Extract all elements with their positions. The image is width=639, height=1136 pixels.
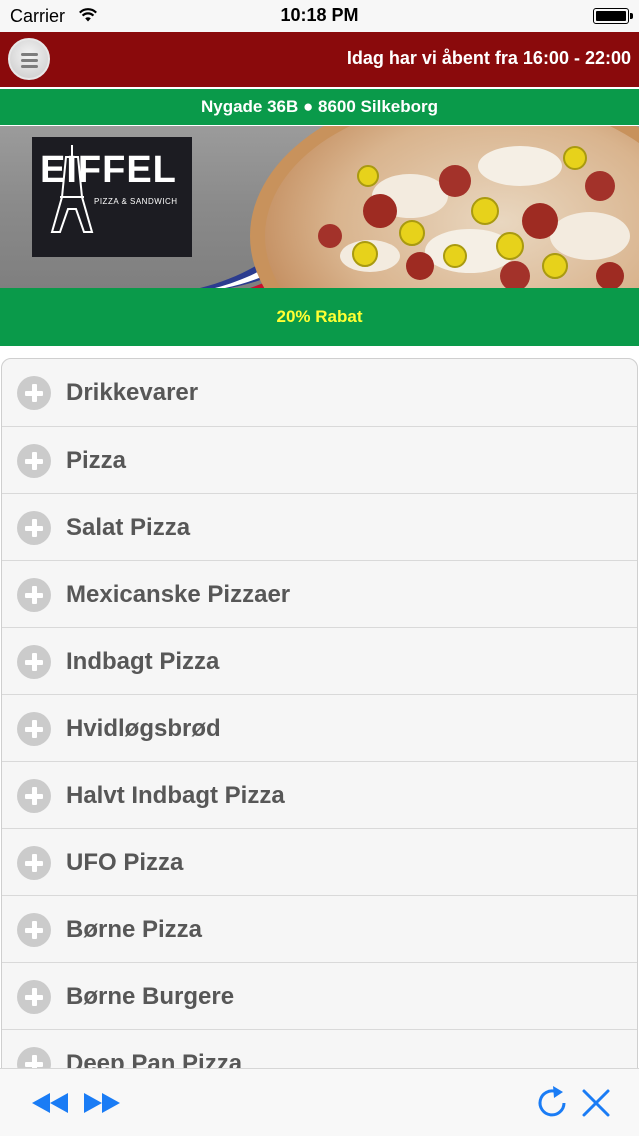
- category-item-salat-pizza[interactable]: Salat Pizza: [2, 493, 637, 560]
- opening-hours: Idag har vi åbent fra 16:00 - 22:00: [346, 48, 631, 68]
- category-item-pizza[interactable]: Pizza: [2, 426, 637, 493]
- category-item-deep-pan-pizza[interactable]: Deep Pan Pizza: [2, 1029, 637, 1068]
- category-label: Indbagt Pizza: [66, 648, 220, 675]
- category-item-ufo-pizza[interactable]: UFO Pizza: [2, 828, 637, 895]
- hero-banner: EIFFEL PIZZA & SANDWICH: [0, 126, 639, 288]
- category-list: Drikkevarer Pizza Salat Pizza Mexicanske…: [0, 358, 639, 1068]
- header-bar: Idag har vi åbent fra 16:00 - 22:00: [0, 32, 639, 87]
- status-bar: Carrier 10:18 PM: [0, 0, 639, 32]
- reload-icon[interactable]: [534, 1083, 572, 1128]
- close-icon[interactable]: [578, 1083, 614, 1128]
- hamburger-menu-icon[interactable]: [8, 38, 50, 80]
- eiffel-logo: EIFFEL PIZZA & SANDWICH: [32, 137, 192, 257]
- plus-circle-icon: [17, 645, 51, 679]
- plus-circle-icon: [17, 712, 51, 746]
- rewind-icon[interactable]: [30, 1083, 70, 1128]
- plus-circle-icon: [17, 511, 51, 545]
- category-item-drikkevarer[interactable]: Drikkevarer: [2, 359, 637, 426]
- plus-circle-icon: [17, 779, 51, 813]
- plus-circle-icon: [17, 1047, 51, 1068]
- browser-toolbar: [0, 1068, 639, 1136]
- category-item-indbagt-pizza[interactable]: Indbagt Pizza: [2, 627, 637, 694]
- category-item-mexicanske-pizzaer[interactable]: Mexicanske Pizzaer: [2, 560, 637, 627]
- logo-title: EIFFEL: [40, 149, 177, 191]
- fast-forward-icon[interactable]: [82, 1083, 122, 1128]
- clock: 10:18 PM: [280, 5, 359, 25]
- plus-circle-icon: [17, 980, 51, 1014]
- plus-circle-icon: [17, 846, 51, 880]
- app-screen: Carrier 10:18 PM Idag har vi åbent fra 1…: [0, 0, 639, 1136]
- category-label: UFO Pizza: [66, 849, 184, 876]
- category-label: Pizza: [66, 447, 127, 474]
- category-list-container: Drikkevarer Pizza Salat Pizza Mexicanske…: [1, 358, 638, 1068]
- address-bar: Nygade 36B ● 8600 Silkeborg: [0, 89, 639, 125]
- category-label: Deep Pan Pizza: [66, 1050, 243, 1068]
- category-label: Børne Pizza: [66, 916, 203, 943]
- category-label: Halvt Indbagt Pizza: [66, 782, 285, 809]
- category-item-halvt-indbagt-pizza[interactable]: Halvt Indbagt Pizza: [2, 761, 637, 828]
- category-label: Mexicanske Pizzaer: [66, 581, 291, 608]
- battery-icon: [593, 8, 633, 24]
- plus-circle-icon: [17, 913, 51, 947]
- category-label: Børne Burgere: [66, 983, 235, 1010]
- category-label: Hvidløgsbrød: [66, 715, 221, 742]
- category-item-hvidlogsbrod[interactable]: Hvidløgsbrød: [2, 694, 637, 761]
- category-label: Drikkevarer: [66, 379, 199, 406]
- logo-subtitle: PIZZA & SANDWICH: [94, 197, 178, 206]
- plus-circle-icon: [17, 578, 51, 612]
- category-label: Salat Pizza: [66, 514, 191, 541]
- category-item-borne-pizza[interactable]: Børne Pizza: [2, 895, 637, 962]
- plus-circle-icon: [17, 444, 51, 478]
- plus-circle-icon: [17, 376, 51, 410]
- category-item-borne-burgere[interactable]: Børne Burgere: [2, 962, 637, 1029]
- discount-banner[interactable]: 20% Rabat: [0, 288, 639, 346]
